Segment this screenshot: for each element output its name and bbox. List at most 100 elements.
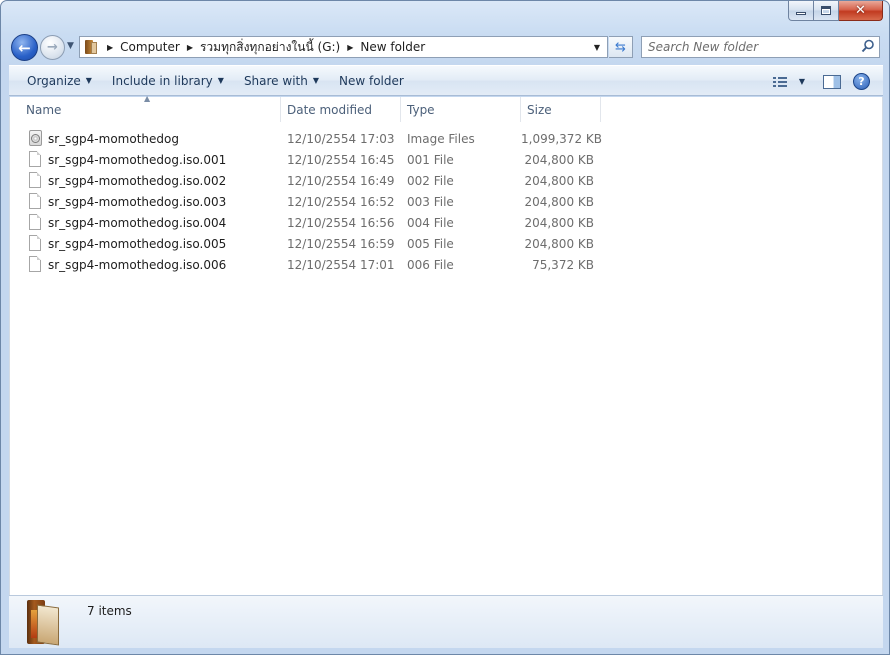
search-box bbox=[641, 36, 880, 58]
file-type: 006 File bbox=[407, 257, 454, 272]
file-name: sr_sgp4-momothedog bbox=[48, 131, 179, 146]
share-with-button[interactable]: Share with ▼ bbox=[234, 69, 329, 93]
file-row[interactable]: sr_sgp4-momothedog.iso.003 12/10/2554 16… bbox=[10, 191, 884, 212]
organize-label: Organize bbox=[27, 73, 81, 88]
view-controls: ▼ ? bbox=[767, 66, 883, 97]
file-name: sr_sgp4-momothedog.iso.003 bbox=[48, 194, 227, 209]
chevron-down-icon: ▼ bbox=[217, 76, 224, 85]
address-bar[interactable]: ▶ Computer ▶ รวมทุกสิ่งทุกอย่างในนี้ (G:… bbox=[79, 36, 608, 58]
chevron-down-icon: ▼ bbox=[85, 76, 92, 85]
file-row[interactable]: sr_sgp4-momothedog.iso.004 12/10/2554 16… bbox=[10, 212, 884, 233]
view-options-dropdown[interactable]: ▼ bbox=[793, 70, 811, 94]
file-icon bbox=[29, 214, 43, 231]
help-icon[interactable]: ? bbox=[853, 73, 870, 90]
close-icon: ✕ bbox=[855, 3, 866, 18]
details-pane: 7 items bbox=[9, 595, 883, 648]
file-date: 12/10/2554 16:52 bbox=[287, 194, 395, 209]
column-headers: ▲ Name Date modified Type Size bbox=[10, 94, 884, 122]
back-arrow-icon: ← bbox=[18, 38, 31, 57]
file-size: 204,800 KB bbox=[524, 152, 594, 167]
command-bar: Organize ▼ Include in library ▼ Share wi… bbox=[9, 65, 883, 96]
folder-contents-icon bbox=[25, 600, 63, 646]
file-type: 001 File bbox=[407, 152, 454, 167]
breadcrumb-drive[interactable]: รวมทุกสิ่งทุกอย่างในนี้ (G:) bbox=[200, 38, 340, 57]
file-date: 12/10/2554 16:45 bbox=[287, 152, 395, 167]
file-date: 12/10/2554 17:03 bbox=[287, 131, 395, 146]
column-size-label: Size bbox=[527, 102, 552, 117]
file-name: sr_sgp4-momothedog.iso.002 bbox=[48, 173, 227, 188]
column-header-date-modified[interactable]: Date modified bbox=[281, 97, 401, 122]
forward-arrow-icon: → bbox=[47, 40, 58, 55]
file-type: 004 File bbox=[407, 215, 454, 230]
file-type: 003 File bbox=[407, 194, 454, 209]
include-in-library-label: Include in library bbox=[111, 73, 213, 88]
file-row[interactable]: sr_sgp4-momothedog 12/10/2554 17:03 Imag… bbox=[10, 128, 884, 149]
file-type: Image Files bbox=[407, 131, 475, 146]
search-icon[interactable] bbox=[861, 39, 875, 53]
back-button[interactable]: ← bbox=[11, 34, 38, 61]
file-date: 12/10/2554 16:59 bbox=[287, 236, 395, 251]
file-name: sr_sgp4-momothedog.iso.005 bbox=[48, 236, 227, 251]
items-count: 7 items bbox=[87, 604, 132, 618]
file-name: sr_sgp4-momothedog.iso.004 bbox=[48, 215, 227, 230]
refresh-icon: ⇆ bbox=[615, 39, 626, 55]
preview-pane-icon[interactable] bbox=[823, 74, 841, 89]
maximize-icon bbox=[821, 6, 831, 15]
column-name-label: Name bbox=[26, 102, 62, 117]
file-row[interactable]: sr_sgp4-momothedog.iso.006 12/10/2554 17… bbox=[10, 254, 884, 275]
file-date: 12/10/2554 16:49 bbox=[287, 173, 395, 188]
recent-pages-dropdown[interactable]: ▼ bbox=[67, 41, 74, 51]
folder-location-icon bbox=[82, 39, 100, 55]
search-input[interactable] bbox=[648, 40, 853, 54]
breadcrumb-separator[interactable]: ▶ bbox=[187, 43, 193, 52]
file-row[interactable]: sr_sgp4-momothedog.iso.001 12/10/2554 16… bbox=[10, 149, 884, 170]
file-date: 12/10/2554 16:56 bbox=[287, 215, 395, 230]
close-button[interactable]: ✕ bbox=[839, 1, 883, 21]
breadcrumb-computer[interactable]: Computer bbox=[120, 40, 180, 54]
chevron-down-icon: ▼ bbox=[312, 76, 319, 85]
minimize-button[interactable] bbox=[788, 1, 814, 21]
views-icon bbox=[772, 76, 787, 88]
organize-button[interactable]: Organize ▼ bbox=[17, 69, 102, 93]
file-row[interactable]: sr_sgp4-momothedog.iso.002 12/10/2554 16… bbox=[10, 170, 884, 191]
breadcrumb-separator[interactable]: ▶ bbox=[347, 43, 353, 52]
file-icon bbox=[29, 235, 43, 252]
file-list-pane[interactable]: ▲ Name Date modified Type Size sr_sgp4-m… bbox=[9, 94, 884, 595]
forward-button[interactable]: → bbox=[40, 35, 65, 60]
file-name: sr_sgp4-momothedog.iso.006 bbox=[48, 257, 227, 272]
explorer-window: ✕ ← → ▼ ▶ Computer ▶ รวมทุกสิ่งทุกอย่างใ… bbox=[0, 0, 890, 655]
file-row[interactable]: sr_sgp4-momothedog.iso.005 12/10/2554 16… bbox=[10, 233, 884, 254]
file-rows: sr_sgp4-momothedog 12/10/2554 17:03 Imag… bbox=[10, 128, 884, 275]
file-size: 204,800 KB bbox=[524, 194, 594, 209]
chevron-down-icon: ▼ bbox=[798, 77, 805, 86]
maximize-button[interactable] bbox=[814, 1, 839, 21]
file-size: 204,800 KB bbox=[524, 173, 594, 188]
file-type: 002 File bbox=[407, 173, 454, 188]
file-icon bbox=[29, 193, 43, 210]
refresh-button[interactable]: ⇆ bbox=[609, 36, 633, 58]
file-icon bbox=[29, 172, 43, 189]
file-type: 005 File bbox=[407, 236, 454, 251]
file-name: sr_sgp4-momothedog.iso.001 bbox=[48, 152, 227, 167]
file-date: 12/10/2554 17:01 bbox=[287, 257, 395, 272]
change-view-button[interactable] bbox=[767, 70, 793, 94]
column-header-type[interactable]: Type bbox=[401, 97, 521, 122]
disc-image-icon bbox=[29, 130, 43, 147]
caption-buttons: ✕ bbox=[788, 1, 883, 21]
breadcrumb-separator[interactable]: ▶ bbox=[107, 43, 113, 52]
address-history-dropdown[interactable]: ▼ bbox=[590, 37, 604, 57]
chevron-down-icon: ▼ bbox=[593, 42, 601, 52]
minimize-icon bbox=[796, 11, 806, 15]
file-size: 204,800 KB bbox=[524, 215, 594, 230]
column-date-label: Date modified bbox=[287, 102, 373, 117]
column-type-label: Type bbox=[407, 102, 435, 117]
breadcrumb-current-folder[interactable]: New folder bbox=[360, 40, 425, 54]
new-folder-button[interactable]: New folder bbox=[329, 69, 414, 93]
chevron-down-icon: ▼ bbox=[67, 41, 74, 51]
column-header-size[interactable]: Size bbox=[521, 97, 601, 122]
file-size: 75,372 KB bbox=[532, 257, 594, 272]
column-header-name[interactable]: ▲ Name bbox=[10, 94, 281, 122]
file-size: 1,099,372 KB bbox=[521, 131, 602, 146]
include-in-library-button[interactable]: Include in library ▼ bbox=[102, 69, 234, 93]
file-icon bbox=[29, 151, 43, 168]
